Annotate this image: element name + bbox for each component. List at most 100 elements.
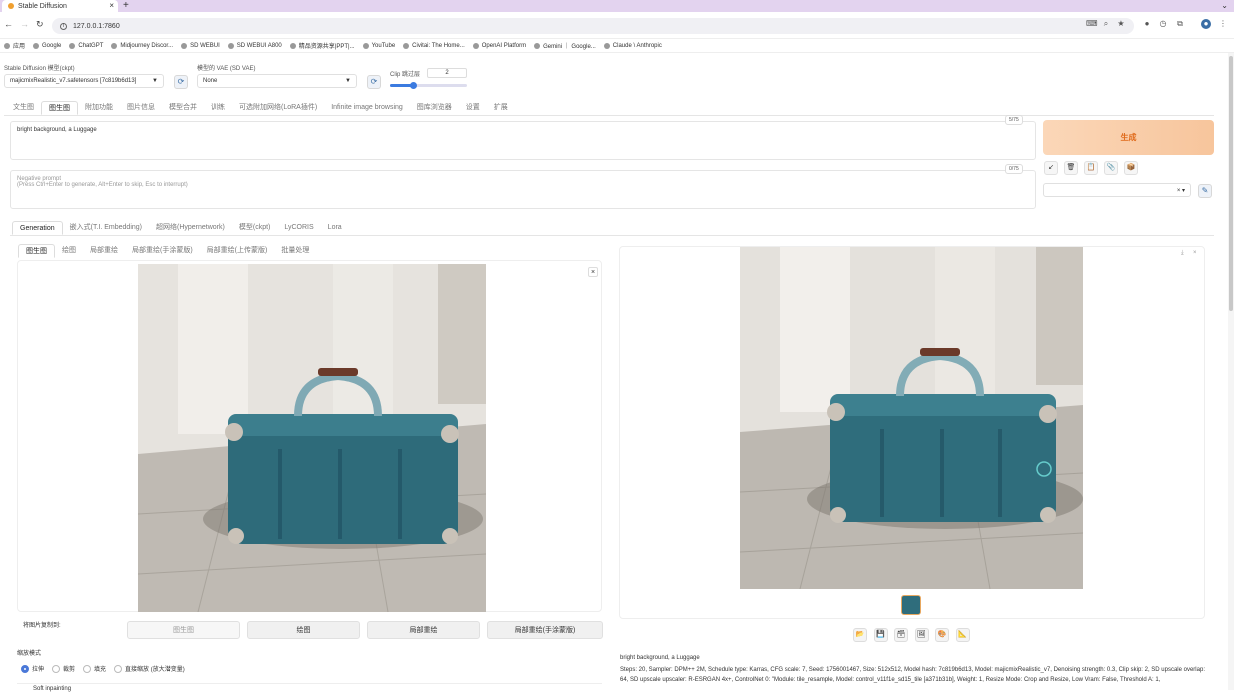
main-tab-2[interactable]: 附加功能 [78,101,120,115]
open-folder-icon[interactable]: 📂 [853,628,867,642]
browser-tab[interactable]: Stable Diffusion × [2,0,118,12]
vae-select[interactable]: None ▼ [197,74,357,88]
copy-to-sketch-button[interactable]: 绘图 [247,621,360,639]
img-tab-3[interactable]: 局部重绘(手涂蒙版) [125,244,200,258]
bookmark-star-icon[interactable]: ★ [1116,19,1126,29]
send-to-extras-icon[interactable]: 📐 [955,628,970,642]
resize-option-0[interactable]: 拉伸 [21,664,44,673]
copy-to-img2img-button[interactable]: 图生图 [127,621,240,639]
style-select[interactable]: × ▾ [1043,183,1191,197]
clipboard-icon[interactable]: 📋 [1084,161,1098,175]
main-tab-4[interactable]: 模型合并 [162,101,204,115]
close-gallery-icon[interactable]: × [1193,250,1197,256]
translate-icon[interactable]: ⌨ [1086,19,1098,29]
output-params: Steps: 20, Sampler: DPM++ 2M, Schedule t… [620,667,1205,683]
close-tab-icon[interactable]: × [109,1,114,10]
main-tab-5[interactable]: 训练 [204,101,232,115]
browser-tab-bar: Stable Diffusion × + ⌄ [0,0,1234,12]
bookmark-item[interactable]: SD WEBUI [181,42,220,49]
package-icon[interactable]: 📦 [1124,161,1138,175]
main-tab-7[interactable]: Infinite image browsing [324,101,410,115]
history-icon[interactable]: ◷ [1158,19,1168,29]
model-label: Stable Diffusion 模型(ckpt) [4,66,75,72]
main-tab-0[interactable]: 文生图 [6,101,41,115]
send-to-inpaint-icon[interactable]: 🎨 [935,628,949,642]
page-scrollbar-thumb[interactable] [1229,56,1233,311]
profile-avatar-icon[interactable]: ● [1201,19,1211,29]
gen-tab-0[interactable]: Generation [12,221,63,235]
zoom-icon[interactable]: ⌕ [1101,19,1111,29]
paste-icon[interactable]: ↙ [1044,161,1058,175]
negative-prompt-placeholder: (Press Ctrl+Enter to generate, Alt+Enter… [17,182,188,188]
model-select[interactable]: majicmixRealistic_v7.safetensors [7c819b… [4,74,164,88]
menu-icon[interactable]: ⋮ [1218,19,1228,29]
bookmark-item[interactable]: YouTube [362,42,396,49]
clip-slider-handle[interactable] [410,82,418,89]
bookmark-item[interactable]: ChatGPT [69,42,103,49]
img-tab-5[interactable]: 批量处理 [274,244,316,258]
img-tab-2[interactable]: 局部重绘 [83,244,125,258]
gen-tab-2[interactable]: 超网络(Hypernetwork) [149,221,232,235]
gen-tab-1[interactable]: 嵌入式(T.I. Embedding) [63,221,149,235]
clear-image-icon[interactable]: × [588,267,598,277]
main-tab-10[interactable]: 扩展 [487,101,515,115]
copy-to-inpaint-sketch-button[interactable]: 局部重绘(手涂蒙版) [487,621,603,639]
soft-inpainting-accordion[interactable]: Soft inpainting [17,683,602,693]
trash-icon[interactable]: 🗑 [1064,161,1078,175]
bookmark-item[interactable]: 应用 [4,41,25,50]
tab-title: Stable Diffusion [18,2,67,10]
resize-option-1[interactable]: 裁剪 [52,664,75,673]
send-to-img2img-icon[interactable]: 🖼 [914,628,929,642]
resize-option-2[interactable]: 填充 [83,664,106,673]
clip-slider-track[interactable] [390,82,467,89]
chevron-down-icon: × ▾ [1176,188,1185,194]
extensions-icon[interactable]: ⧉ [1175,19,1185,29]
refresh-vae-button[interactable]: ⟳ [367,75,381,89]
resize-option-label: 拉伸 [32,667,45,673]
forward-icon[interactable]: → [20,19,29,29]
gen-tab-4[interactable]: LyCORIS [277,221,320,235]
output-luggage-image[interactable] [740,247,1083,589]
img-tab-4[interactable]: 局部重绘(上传蒙版) [200,244,275,258]
edit-styles-button[interactable]: ✎ [1198,184,1212,198]
tab-search-icon[interactable]: ⌄ [1221,0,1228,12]
back-icon[interactable]: ← [4,19,13,29]
img-tab-1[interactable]: 绘图 [55,244,83,258]
bookmark-item[interactable]: Gemini ｜ Google... [534,41,596,50]
generate-button[interactable]: 生成 [1043,120,1214,155]
clip-input[interactable]: 2 [427,68,467,78]
copy-to-inpaint-button[interactable]: 局部重绘 [367,621,480,639]
address-bar[interactable]: i 127.0.0.1:7860 [52,18,1134,34]
output-thumbnail[interactable] [901,595,921,615]
bookmark-item[interactable]: SD WEBUI A800 [227,42,282,49]
radio-icon [114,664,123,673]
resize-option-3[interactable]: 直接缩放 (放大潜变量) [114,664,185,673]
gen-tab-5[interactable]: Lora [321,221,349,235]
bookmark-item[interactable]: Midjourney Discor... [111,42,173,49]
prompt-input[interactable]: bright background, a Luggage [10,121,1036,160]
bookmark-item[interactable]: OpenAI Platform [472,42,526,49]
site-info-icon[interactable]: i [60,22,67,30]
bookmark-item[interactable]: Claude \ Anthropic [603,42,662,49]
img-tab-0[interactable]: 图生图 [18,244,55,258]
bookmark-label: YouTube [371,42,396,49]
main-tab-8[interactable]: 图库浏览器 [410,101,459,115]
zip-icon[interactable]: 🗃 [894,628,908,642]
main-tab-1[interactable]: 图生图 [41,101,78,115]
save-icon[interactable]: 💾 [873,628,888,642]
gen-tab-3[interactable]: 模型(ckpt) [232,221,278,235]
download-icon[interactable]: ⤓ [1181,250,1184,257]
bookmark-item[interactable]: 精品资源共享|PPT|... [289,41,355,50]
extension-icon-1[interactable]: ● [1142,19,1152,29]
paperclip-icon[interactable]: 📎 [1104,161,1118,175]
main-tab-3[interactable]: 图片信息 [120,101,162,115]
refresh-model-button[interactable]: ⟳ [174,75,188,89]
bookmark-item[interactable]: Google [33,42,61,49]
main-tab-9[interactable]: 设置 [459,101,487,115]
reload-icon[interactable]: ↻ [36,19,44,30]
bookmark-item[interactable]: Civitai: The Home... [403,42,465,49]
main-tab-6[interactable]: 可选附加网络(LoRA插件) [232,101,324,115]
new-tab-icon[interactable]: + [123,0,129,12]
negative-prompt-input[interactable]: Negative prompt (Press Ctrl+Enter to gen… [10,170,1036,209]
bookmark-icon [403,42,410,49]
